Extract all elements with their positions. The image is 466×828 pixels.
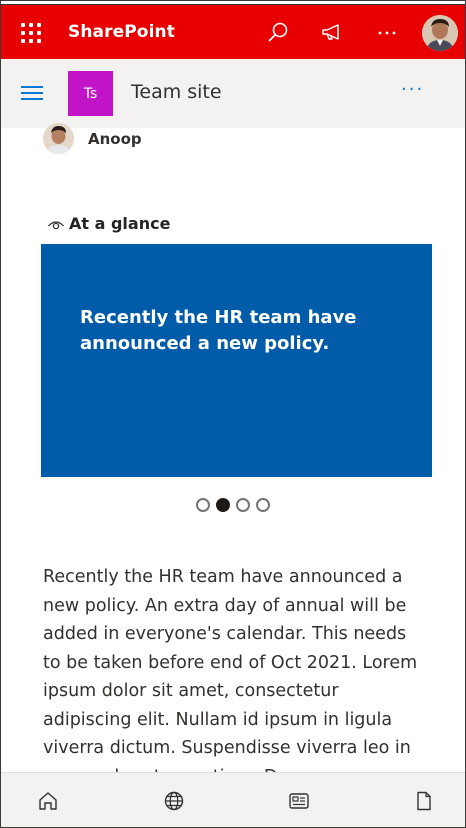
section-title-text: At a glance [69,214,171,233]
carousel-dot-2[interactable] [216,498,230,512]
carousel-dot-1[interactable] [196,498,210,512]
section-title: At a glance [47,214,170,233]
site-logo[interactable]: Ts [68,71,113,116]
file-icon[interactable] [413,790,435,812]
site-more-icon[interactable]: ··· [401,79,424,100]
carousel-dot-3[interactable] [236,498,250,512]
waffle-icon[interactable] [21,23,41,43]
hamburger-menu-icon[interactable] [21,86,45,100]
more-icon[interactable] [374,19,400,45]
site-title[interactable]: Team site [131,81,222,103]
app-window: SharePoint Ts Team site ··· Anoop At a g… [0,0,466,828]
profile-avatar[interactable] [422,15,458,51]
site-header: Ts Team site ··· [1,59,465,128]
suite-bar: SharePoint [1,4,465,60]
carousel-dot-4[interactable] [256,498,270,512]
search-icon[interactable] [265,19,291,45]
home-icon[interactable] [37,790,59,812]
bottom-nav [1,772,465,827]
app-brand[interactable]: SharePoint [68,22,175,42]
article-body: Recently the HR team have announced a ne… [43,567,418,787]
news-icon[interactable] [288,790,310,812]
author-name[interactable]: Anoop [88,130,142,148]
carousel-slide-text: Recently the HR team have announced a ne… [80,307,357,354]
megaphone-icon[interactable] [319,19,345,45]
carousel-slide[interactable]: Recently the HR team have announced a ne… [41,244,432,477]
eye-icon [48,220,64,229]
carousel-pagination [196,498,270,512]
globe-icon[interactable] [163,790,185,812]
author-avatar[interactable] [43,123,74,154]
